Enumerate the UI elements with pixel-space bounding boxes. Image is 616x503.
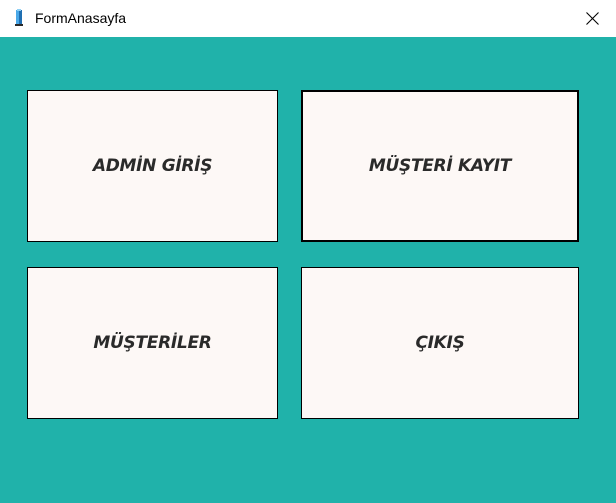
admin-login-label: ADMİN GİRİŞ xyxy=(92,156,213,176)
customers-label: MÜŞTERİLER xyxy=(93,333,212,353)
main-window: FormAnasayfa ADMİN GİRİŞ MÜŞTERİ KAYIT M… xyxy=(0,0,616,503)
exit-label: ÇIKIŞ xyxy=(415,333,465,353)
window-title: FormAnasayfa xyxy=(35,10,127,26)
customer-register-button[interactable]: MÜŞTERİ KAYIT xyxy=(301,90,579,242)
close-button[interactable] xyxy=(570,0,616,37)
exit-button[interactable]: ÇIKIŞ xyxy=(301,267,579,419)
admin-login-button[interactable]: ADMİN GİRİŞ xyxy=(27,90,278,242)
close-icon xyxy=(586,12,599,25)
app-icon xyxy=(15,9,23,26)
customer-register-label: MÜŞTERİ KAYIT xyxy=(368,156,512,176)
customers-button[interactable]: MÜŞTERİLER xyxy=(27,267,278,419)
form-client-area: ADMİN GİRİŞ MÜŞTERİ KAYIT MÜŞTERİLER ÇIK… xyxy=(0,37,616,503)
title-bar[interactable]: FormAnasayfa xyxy=(0,0,616,37)
